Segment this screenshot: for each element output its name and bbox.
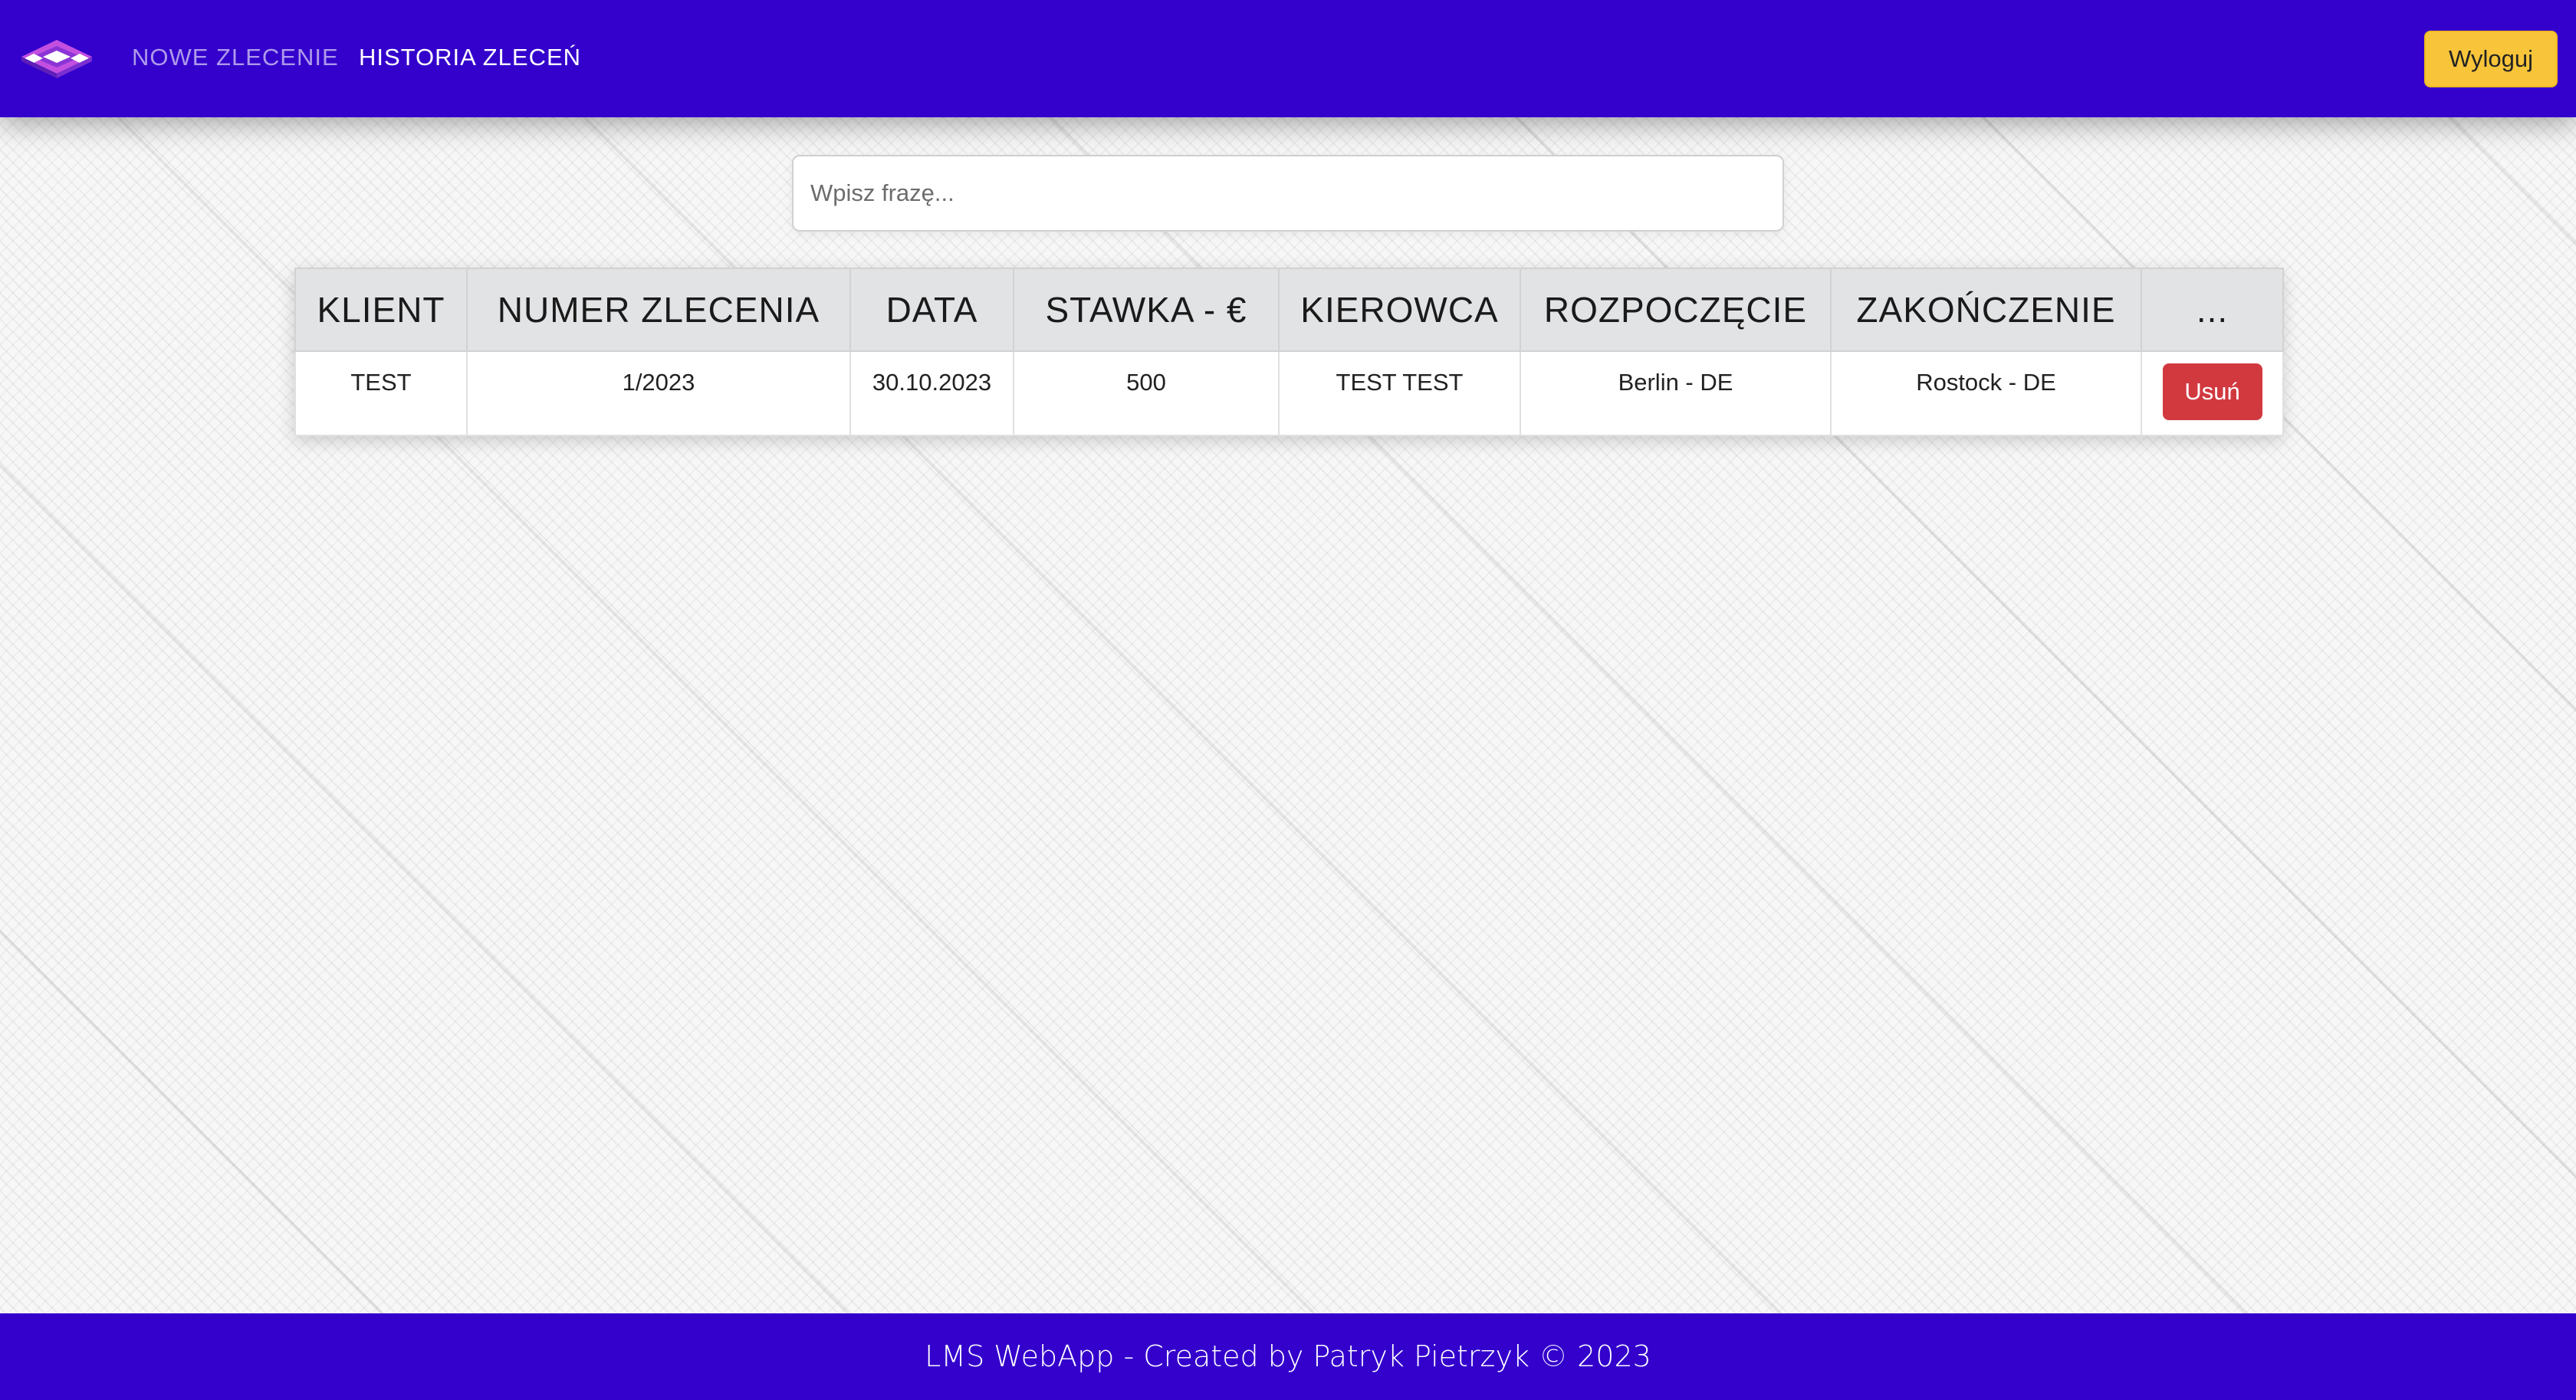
top-navbar: NOWE ZLECENIE HISTORIA ZLECEŃ Wyloguj <box>0 0 2576 117</box>
orders-table-container: KLIENT NUMER ZLECENIA DATA STAWKA - € KI… <box>294 268 2284 436</box>
cell-driver: TEST TEST <box>1278 350 1521 436</box>
table-row: TEST 1/2023 30.10.2023 500 TEST TEST Ber… <box>294 350 2284 436</box>
column-header-driver[interactable]: KIEROWCA <box>1278 268 1521 352</box>
footer: LMS WebApp - Created by Patryk Pietrzyk … <box>0 1313 2576 1400</box>
cell-actions: Usuń <box>2141 350 2284 436</box>
nav-link-order-history[interactable]: HISTORIA ZLECEŃ <box>359 44 581 71</box>
cell-client: TEST <box>294 350 468 436</box>
cell-rate: 500 <box>1013 350 1280 436</box>
column-header-start[interactable]: ROZPOCZĘCIE <box>1520 268 1832 352</box>
footer-text: LMS WebApp - Created by Patryk Pietrzyk … <box>925 1339 1651 1373</box>
cell-end: Rostock - DE <box>1830 350 2142 436</box>
cell-date: 30.10.2023 <box>849 350 1014 436</box>
cell-order-number: 1/2023 <box>466 350 851 436</box>
orders-table: KLIENT NUMER ZLECENIA DATA STAWKA - € KI… <box>294 268 2284 436</box>
column-header-date[interactable]: DATA <box>849 268 1014 352</box>
column-header-order-number[interactable]: NUMER ZLECENIA <box>466 268 851 352</box>
column-header-actions: ... <box>2141 268 2284 352</box>
delete-button[interactable]: Usuń <box>2162 363 2262 420</box>
column-header-end[interactable]: ZAKOŃCZENIE <box>1830 268 2142 352</box>
column-header-client[interactable]: KLIENT <box>294 268 468 352</box>
cube-logo-icon[interactable] <box>17 38 97 80</box>
search-input[interactable] <box>792 155 1784 232</box>
column-header-rate[interactable]: STAWKA - € <box>1013 268 1280 352</box>
cell-start: Berlin - DE <box>1520 350 1832 436</box>
nav-link-new-order[interactable]: NOWE ZLECENIE <box>132 44 339 71</box>
table-header-row: KLIENT NUMER ZLECENIA DATA STAWKA - € KI… <box>294 268 2284 352</box>
logout-button[interactable]: Wyloguj <box>2424 31 2558 87</box>
